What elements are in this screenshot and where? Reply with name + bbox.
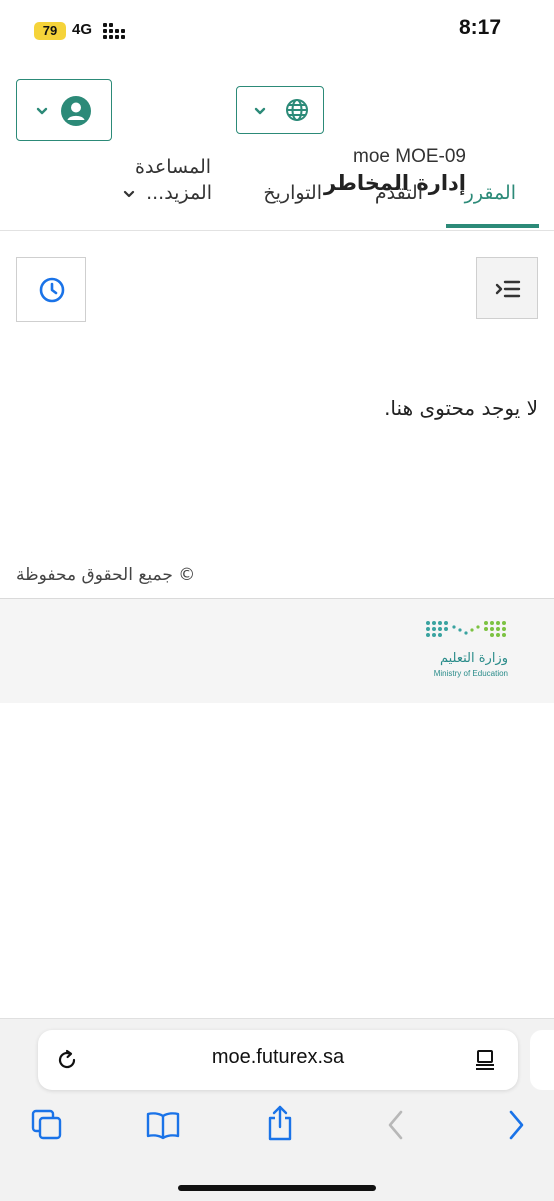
user-avatar-icon <box>61 96 91 126</box>
tab-more[interactable]: المزيد... <box>122 182 212 204</box>
address-bar[interactable]: moe.futurex.sa <box>38 1030 518 1090</box>
user-menu-button[interactable] <box>16 79 112 141</box>
battery-indicator: 79 <box>34 22 66 40</box>
outline-toggle-icon <box>495 280 521 298</box>
chevron-down-icon <box>36 107 48 115</box>
reader-mode-icon <box>476 1050 494 1070</box>
footer: وزارة التعليم Ministry of Education <box>0 598 554 703</box>
empty-content-message: لا يوجد محتوى هنا. <box>384 396 538 420</box>
signal-icon <box>103 23 125 39</box>
course-code: moe MOE-09 <box>353 146 466 167</box>
ministry-logo-english: Ministry of Education <box>433 669 508 678</box>
globe-icon <box>286 99 308 121</box>
sidebar-toggle-button[interactable] <box>476 257 538 319</box>
share-icon <box>268 1105 292 1141</box>
status-bar: 79 4G 8:17 <box>0 0 554 60</box>
ministry-logo-arabic: وزارة التعليم <box>439 651 508 666</box>
chevron-down-icon <box>254 107 266 115</box>
back-button[interactable] <box>384 1108 408 1142</box>
url-text: moe.futurex.sa <box>211 1046 345 1068</box>
language-button[interactable] <box>236 86 324 134</box>
forward-button[interactable] <box>504 1108 528 1142</box>
book-icon <box>146 1112 180 1140</box>
status-time: 8:17 <box>458 16 501 39</box>
active-tab-indicator <box>446 224 539 228</box>
site-header: المساعدة moe MOE-09 إدارة المخاطر <box>0 60 554 195</box>
home-indicator <box>178 1185 376 1191</box>
tabs-button[interactable] <box>30 1108 64 1142</box>
chevron-right-icon <box>509 1110 524 1140</box>
tab-more-label: المزيد... <box>146 182 212 204</box>
bookmarks-button[interactable] <box>145 1108 181 1142</box>
share-button[interactable] <box>264 1104 296 1142</box>
network-label: 4G <box>72 21 93 38</box>
chevron-left-icon <box>388 1110 403 1140</box>
tab-dates[interactable]: التواريخ <box>263 182 322 204</box>
ministry-logo-dots-icon <box>426 621 506 637</box>
tab-course[interactable]: المقرر <box>465 182 516 204</box>
tab-progress[interactable]: التقدم <box>375 182 423 204</box>
copyright-notice: © جميع الحقوق محفوظة <box>16 565 196 585</box>
clock-icon <box>39 277 65 303</box>
course-tabs: المقرر التقدم التواريخ المزيد... <box>0 168 554 231</box>
extra-panel-edge <box>530 1030 554 1090</box>
ministry-logo[interactable]: وزارة التعليم Ministry of Education <box>424 619 510 685</box>
chevron-down-icon <box>123 190 135 197</box>
tabs-icon <box>31 1109 62 1140</box>
history-button[interactable] <box>16 257 86 322</box>
